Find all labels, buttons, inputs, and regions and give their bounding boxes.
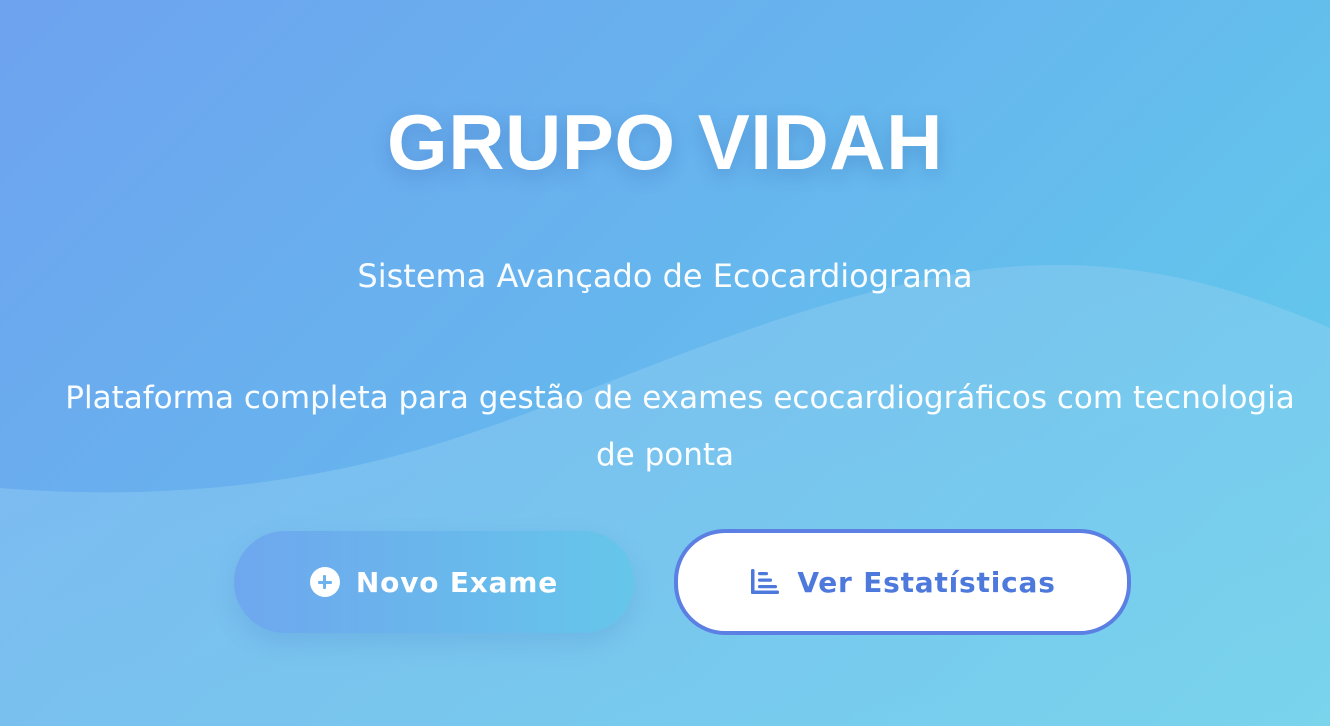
bar-chart-icon	[749, 568, 781, 596]
new-exam-button[interactable]: Novo Exame	[234, 531, 634, 633]
plus-circle-icon	[309, 567, 340, 597]
page-subtitle: Sistema Avançado de Ecocardiograma	[357, 257, 973, 295]
hero-section: GRUPO VIDAH Sistema Avançado de Ecocardi…	[0, 0, 1330, 726]
view-statistics-button[interactable]: Ver Estatísticas	[674, 529, 1131, 635]
hero-description-line-1: Plataforma completa para gestão de exame…	[65, 380, 1295, 416]
page-title: GRUPO VIDAH	[387, 98, 943, 186]
view-statistics-button-label: Ver Estatísticas	[797, 565, 1056, 599]
hero-description-line-2: de ponta	[595, 437, 735, 473]
new-exam-button-label: Novo Exame	[355, 565, 559, 599]
hero-description: Plataforma completa para gestão de exame…	[15, 370, 1330, 484]
